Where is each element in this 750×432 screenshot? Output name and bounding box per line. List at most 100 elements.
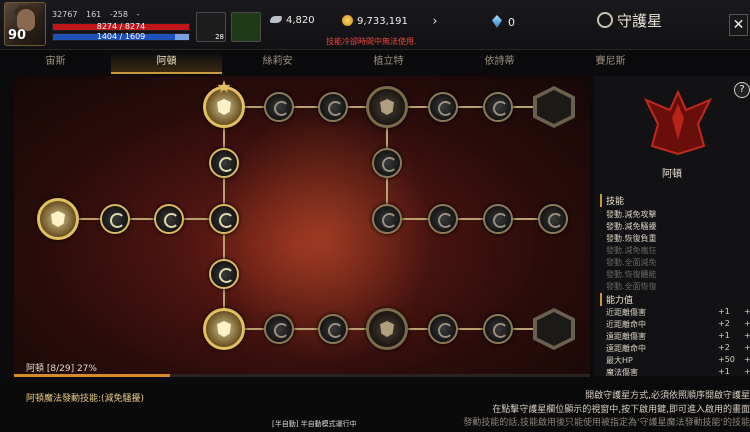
potion-slot[interactable]: 28 [196,12,226,42]
ability-row: 最大HP +50 +1 [606,355,750,366]
herb-slot[interactable] [231,12,261,42]
ability-row: 近距離命中 +2 +4 [606,319,750,330]
gold-coin-icon [342,15,353,26]
star-node[interactable] [428,314,458,344]
major-star-node[interactable] [366,86,408,128]
ability-value: +1 [718,307,730,316]
ability-label: 魔法傷害 [606,368,638,377]
power-value: 32767 [52,10,78,19]
star-node[interactable] [209,148,239,178]
star-node[interactable] [483,204,513,234]
star-node[interactable] [483,92,513,122]
guardian-core-node[interactable] [203,86,245,128]
chevron-right-icon[interactable]: › [428,14,442,30]
ability-value-next: +4 [744,319,750,328]
gold-currency: 9,733,191 [342,15,408,27]
ability-value: +2 [718,343,730,352]
stat-a-value: 161 [86,10,102,19]
ability-label: 遠距離傷害 [606,332,646,341]
guardian-name: 阿頓 [662,169,682,180]
stat-b-value: -258 [109,10,128,19]
silver-icon [270,16,282,23]
star-node[interactable] [538,204,568,234]
help-button[interactable]: ? [734,82,750,98]
character-level: 90 [8,28,27,43]
star-node[interactable] [100,204,130,234]
help-note: 在點擊守護星欄位顯示的視窗中,按下啟用鍵,即可進入啟用的畫面 [492,405,750,415]
star-node[interactable] [264,314,294,344]
star-node[interactable] [428,92,458,122]
star-node[interactable] [264,92,294,122]
star-node[interactable] [318,92,348,122]
ability-value-next: +4 [744,343,750,352]
skill-item: 發動.減免騷擾 [606,222,657,231]
ability-label: 最大HP [606,356,633,365]
ability-row: 魔法傷害 +1 +3 [606,367,750,378]
skill-item: 發動.全面恢復 [606,282,657,291]
skill-item: 發動.全面減免 [606,258,657,267]
tab-saynis[interactable]: 賽尼斯 [555,52,666,74]
help-note: 發動技能的話,技能啟用後只能使用被指定為'守護星魔法發動技能'的技能 [463,418,750,428]
tab-zhilite[interactable]: 植立特 [333,52,444,74]
ability-value-next: +3 [744,331,750,340]
ability-value: +1 [718,367,730,376]
guardian-crest-icon [643,89,713,156]
star-node[interactable] [209,259,239,289]
close-button[interactable]: ✕ [729,14,748,36]
guardian-tabs: 宙斯 阿頓 絲莉安 植立特 依詩蒂 賽尼斯 [0,52,750,74]
star-node[interactable] [372,148,402,178]
auto-mode-status: [半自動] 半自動模式運行中 [272,420,357,428]
guardian-progress-label: 阿頓 [8/29] 27% [26,364,97,374]
guardian-progress-fill [14,374,170,377]
star-node[interactable] [372,204,402,234]
major-star-node[interactable] [366,308,408,350]
ability-value: +50 [718,355,735,364]
skills-heading: 技能 [600,194,624,207]
guardian-start-node[interactable] [37,198,79,240]
crystal-value: 0 [508,16,515,29]
ability-value: +2 [718,319,730,328]
tab-zeus[interactable]: 宙斯 [0,52,111,74]
silver-currency: 4,820 [270,15,315,26]
window-title-text: 守護星 [617,12,663,30]
character-stats: 32767 161 -258 - [52,10,145,19]
guardian-medic-node[interactable] [203,308,245,350]
star-node[interactable] [209,204,239,234]
mp-bar: 1404 / 1609 [52,32,190,41]
ability-value-next: +1 [744,355,750,364]
skill-item: 發動.恢復負重 [606,234,657,243]
ability-label: 近距離命中 [606,320,646,329]
star-node[interactable] [318,314,348,344]
star-node[interactable] [428,204,458,234]
magic-skill-label: 阿頓魔法發動技能:(減免騷擾) [26,394,145,404]
ability-value: +1 [718,331,730,340]
silver-value: 4,820 [286,15,315,26]
ability-value-next: +3 [744,307,750,316]
abilities-heading: 能力值 [600,293,633,306]
ability-value-next: +3 [744,367,750,376]
skill-item: 發動.減免攻擊 [606,210,657,219]
tab-silian[interactable]: 絲莉安 [222,52,333,74]
ability-row: 遠距離命中 +2 +4 [606,343,750,354]
tab-yishidi[interactable]: 依詩蒂 [444,52,555,74]
gold-value: 9,733,191 [357,16,408,27]
crystal-currency: 0 [492,15,515,29]
skill-item: 發動.恢復體能 [606,270,657,279]
ability-row: 遠距離傷害 +1 +3 [606,331,750,342]
tab-aton[interactable]: 阿頓 [111,52,222,74]
guardian-star-icon [597,12,613,28]
star-node[interactable] [483,314,513,344]
guardian-progress-bar [14,374,590,377]
mp-text: 1404 / 1609 [96,32,146,41]
hp-text: 8274 / 8274 [96,22,146,31]
ability-label: 近距離傷害 [606,308,646,317]
star-node[interactable] [154,204,184,234]
stat-c-value: - [136,10,140,19]
ability-label: 遠距離命中 [606,344,646,353]
cooldown-warning: 技能冷卻時間中無法使用. [326,37,417,46]
potion-count: 28 [215,33,224,41]
window-title: 守護星 [597,10,662,31]
skill-item: 發動.減免瘋狂 [606,246,657,255]
constellation-board [14,76,590,376]
help-note: 開啟守護星方式,必須依照順序開啟守護星 [585,391,750,401]
